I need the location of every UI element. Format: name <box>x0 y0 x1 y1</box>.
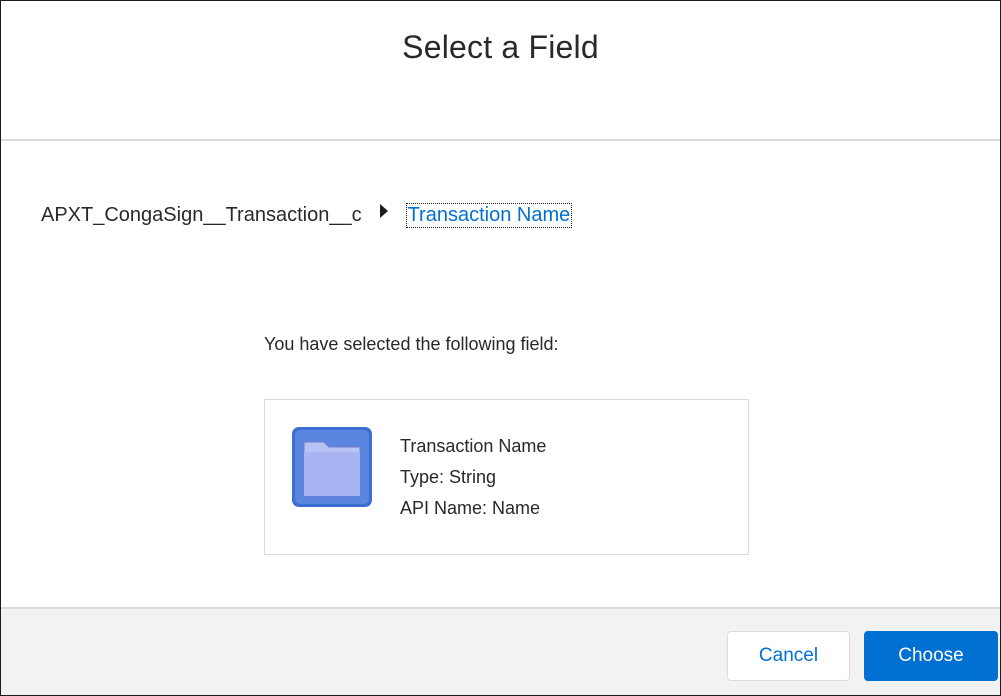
selected-field-card: Transaction Name Type: String API Name: … <box>264 399 749 555</box>
modal-header: Select a Field <box>1 1 1000 141</box>
field-name: Transaction Name <box>400 436 547 456</box>
field-api-name: API Name: Name <box>400 498 541 518</box>
caret-right-icon <box>379 204 388 218</box>
selected-field-label: You have selected the following field: <box>264 334 559 354</box>
folder-icon <box>292 427 372 507</box>
breadcrumb-root: APXT_CongaSign__Transaction__c <box>41 203 362 226</box>
select-field-modal: Select a Field APXT_CongaSign__Transacti… <box>0 0 1001 696</box>
breadcrumb-current-link[interactable]: Transaction Name <box>405 202 573 228</box>
modal-title: Select a Field <box>402 29 599 65</box>
breadcrumb: APXT_CongaSign__Transaction__c Transacti… <box>41 202 573 228</box>
field-type: Type: String <box>400 467 497 487</box>
choose-button[interactable]: Choose <box>864 631 998 681</box>
cancel-button[interactable]: Cancel <box>727 631 850 681</box>
modal-footer: Cancel Choose <box>1 607 1000 695</box>
field-details: Transaction Name Type: String API Name: … <box>400 431 546 524</box>
